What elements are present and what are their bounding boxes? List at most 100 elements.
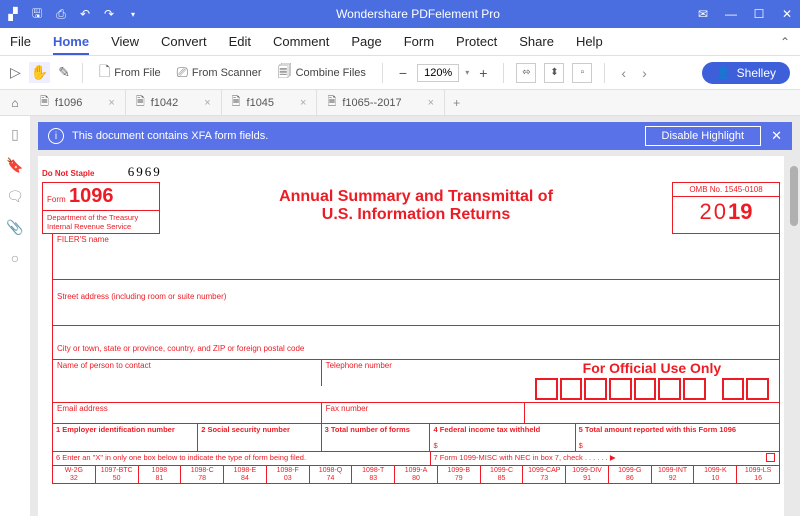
quick-access-toolbar: ▞ 🖫 ⎙ ↶ ↷ ▾ xyxy=(6,7,140,21)
do-not-staple-label: Do Not Staple xyxy=(42,169,94,178)
form-type-box[interactable]: 1097-BTC50 xyxy=(96,466,139,483)
form-type-box[interactable]: 109881 xyxy=(139,466,182,483)
email-label: Email address xyxy=(53,403,322,423)
select-tool-icon[interactable]: ▷ xyxy=(10,64,21,81)
scanner-icon: ⎚ xyxy=(177,64,188,81)
notification-icon[interactable]: ✉ xyxy=(696,7,710,21)
form-type-box[interactable]: W-2G32 xyxy=(53,466,96,483)
sidebar: ▯ 🔖 🗨 📎 ○ xyxy=(0,116,30,516)
menu-form[interactable]: Form xyxy=(404,34,434,49)
form-type-boxes: W-2G321097-BTC501098811098-C781098-E8410… xyxy=(52,466,780,484)
form-type-box[interactable]: 1099-CAP73 xyxy=(523,466,566,483)
close-infobar-icon[interactable]: ✕ xyxy=(771,128,782,144)
undo-icon[interactable]: ↶ xyxy=(78,7,92,21)
zoom-value[interactable]: 120% xyxy=(417,64,459,82)
info-message: This document contains XFA form fields. xyxy=(72,130,268,142)
form-number: 1096 xyxy=(69,185,114,207)
bookmarks-icon[interactable]: 🔖 xyxy=(6,157,23,174)
fit-width-icon[interactable]: ⬄ xyxy=(516,63,536,83)
window-title: Wondershare PDFelement Pro xyxy=(140,7,696,21)
form-type-box[interactable]: 1098-T83 xyxy=(352,466,395,483)
form-type-box[interactable]: 1099-DIV91 xyxy=(566,466,609,483)
info-bar: i This document contains XFA form fields… xyxy=(38,122,792,150)
pdf-page: Do Not Staple 6969 Form 1096 Department … xyxy=(38,156,784,516)
file-icon: 🗋 xyxy=(99,61,110,85)
menu-help[interactable]: Help xyxy=(576,34,603,49)
from-scanner-button[interactable]: ⎚From Scanner xyxy=(173,62,266,83)
home-tab-icon[interactable]: ⌂ xyxy=(0,96,30,110)
prev-page-button[interactable]: ‹ xyxy=(617,65,630,81)
menu-page[interactable]: Page xyxy=(351,34,381,49)
new-tab-button[interactable]: + xyxy=(445,96,468,110)
document-viewport[interactable]: i This document contains XFA form fields… xyxy=(30,116,800,516)
minimize-icon[interactable]: — xyxy=(724,7,738,21)
close-tab-icon[interactable]: × xyxy=(300,97,306,109)
doc-tab-1[interactable]: 🗎f1042× xyxy=(126,90,222,115)
attachments-icon[interactable]: 📎 xyxy=(6,219,23,236)
disable-highlight-button[interactable]: Disable Highlight xyxy=(645,126,762,146)
dept-line2: Internal Revenue Service xyxy=(47,222,155,231)
document-tabs: ⌂ 🗎f1096× 🗎f1042× 🗎f1045× 🗎f1065--2017× … xyxy=(0,90,800,116)
edit-tool-icon[interactable]: ✎ xyxy=(58,64,70,81)
info-icon: i xyxy=(48,128,64,144)
form-type-box[interactable]: 1098-Q74 xyxy=(310,466,353,483)
official-boxes xyxy=(525,376,779,402)
doc-tab-2[interactable]: 🗎f1045× xyxy=(222,90,318,115)
form-type-box[interactable]: 1098-F03 xyxy=(267,466,310,483)
form-label: Form xyxy=(47,195,66,204)
form-type-box[interactable]: 1098-C78 xyxy=(181,466,224,483)
zoom-in-button[interactable]: + xyxy=(475,65,491,81)
handwritten-number: 6969 xyxy=(128,164,162,179)
form-type-box[interactable]: 1099-G86 xyxy=(609,466,652,483)
from-file-button[interactable]: 🗋From File xyxy=(95,59,165,87)
box-1-label: 1 Employer identification number xyxy=(56,425,175,434)
fit-page-icon[interactable]: ⬍ xyxy=(544,63,564,83)
form-type-box[interactable]: 1098-E84 xyxy=(224,466,267,483)
form-type-box[interactable]: 1099-C85 xyxy=(481,466,524,483)
close-tab-icon[interactable]: × xyxy=(204,97,210,109)
menubar: File Home View Convert Edit Comment Page… xyxy=(0,28,800,56)
menu-comment[interactable]: Comment xyxy=(273,34,329,49)
doc-tab-0[interactable]: 🗎f1096× xyxy=(30,90,126,115)
qat-dropdown-icon[interactable]: ▾ xyxy=(126,7,140,21)
hand-tool-icon[interactable]: ✋ xyxy=(29,62,50,83)
search-panel-icon[interactable]: ○ xyxy=(11,250,19,266)
save-icon[interactable]: 🖫 xyxy=(30,7,44,21)
form-type-box[interactable]: 1099-INT92 xyxy=(652,466,695,483)
form-type-box[interactable]: 1099-LS16 xyxy=(737,466,779,483)
combine-files-button[interactable]: 🗐Combine Files xyxy=(274,59,370,87)
menu-share[interactable]: Share xyxy=(519,34,554,49)
box-6-label: 6 Enter an "X" in only one box below to … xyxy=(56,453,306,462)
print-icon[interactable]: ⎙ xyxy=(54,7,68,21)
maximize-icon[interactable]: ☐ xyxy=(752,7,766,21)
comments-icon[interactable]: 🗨 xyxy=(6,188,24,205)
city-label: City or town, state or province, country… xyxy=(53,326,308,359)
menu-protect[interactable]: Protect xyxy=(456,34,497,49)
menu-edit[interactable]: Edit xyxy=(229,34,251,49)
filer-name-label: FILER'S name xyxy=(53,234,113,279)
nec-checkbox[interactable] xyxy=(766,453,775,462)
pdf-icon: 🗎 xyxy=(136,93,145,112)
form-type-box[interactable]: 1099-K10 xyxy=(694,466,737,483)
close-tab-icon[interactable]: × xyxy=(428,97,434,109)
zoom-out-button[interactable]: − xyxy=(395,65,411,81)
scrollbar[interactable] xyxy=(790,166,798,226)
redo-icon[interactable]: ↷ xyxy=(102,7,116,21)
menu-file[interactable]: File xyxy=(10,34,31,49)
user-icon: 👤 xyxy=(716,66,731,80)
doc-tab-3[interactable]: 🗎f1065--2017× xyxy=(317,90,445,115)
box-2-label: 2 Social security number xyxy=(201,425,290,434)
close-tab-icon[interactable]: × xyxy=(108,97,114,109)
zoom-dropdown-icon[interactable]: ▾ xyxy=(465,68,469,77)
next-page-button[interactable]: › xyxy=(638,65,651,81)
user-profile-button[interactable]: 👤 Shelley xyxy=(702,62,790,84)
form-type-box[interactable]: 1099-A80 xyxy=(395,466,438,483)
close-window-icon[interactable]: ✕ xyxy=(780,7,794,21)
form-type-box[interactable]: 1099-B79 xyxy=(438,466,481,483)
actual-size-icon[interactable]: ▫ xyxy=(572,63,592,83)
collapse-ribbon-icon[interactable]: ⌃ xyxy=(780,35,790,49)
menu-convert[interactable]: Convert xyxy=(161,34,207,49)
menu-view[interactable]: View xyxy=(111,34,139,49)
thumbnails-icon[interactable]: ▯ xyxy=(11,126,19,143)
menu-home[interactable]: Home xyxy=(53,34,89,55)
